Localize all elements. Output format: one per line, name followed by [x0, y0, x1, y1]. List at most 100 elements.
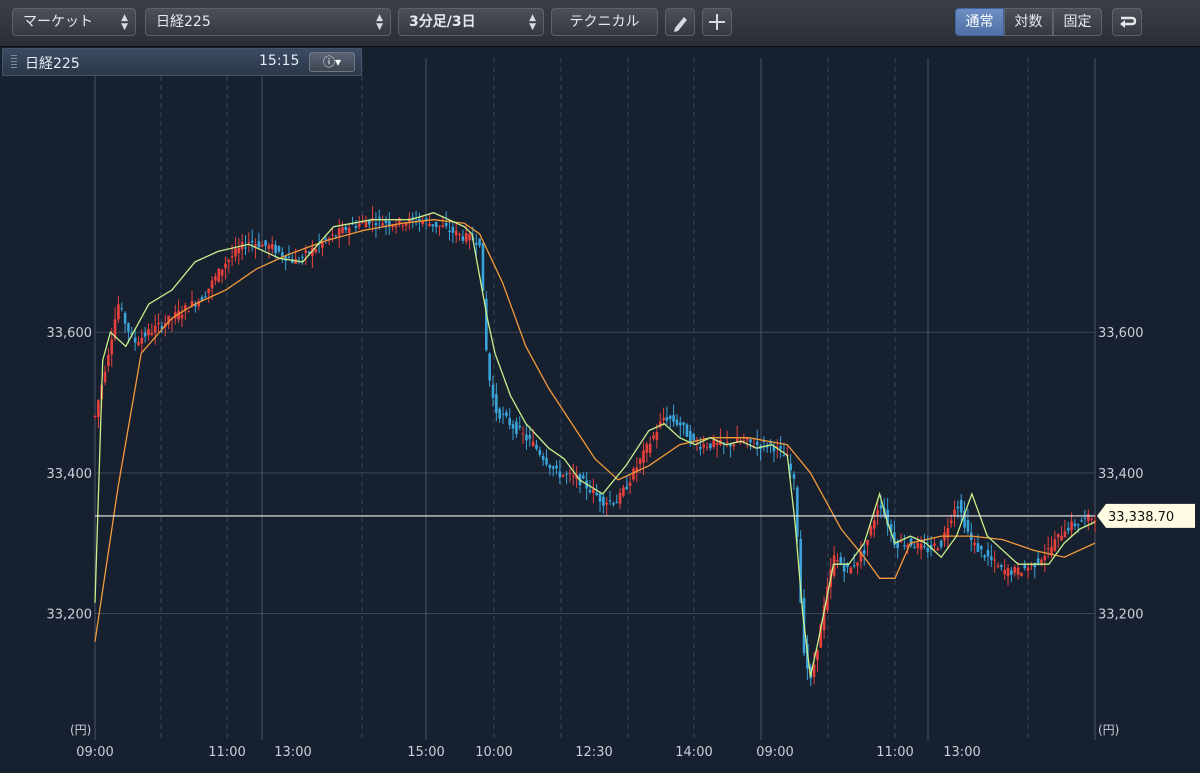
candle-body — [234, 248, 237, 257]
candle-body — [979, 545, 983, 550]
candle-body — [448, 230, 451, 232]
candle-body — [1020, 572, 1023, 577]
candle-body — [939, 540, 943, 547]
candle-body — [1076, 524, 1080, 526]
candle-body — [936, 548, 940, 551]
drag-grip-icon[interactable] — [11, 55, 17, 69]
candle-body — [227, 259, 231, 263]
candle-body — [668, 415, 672, 419]
candle-body — [862, 550, 866, 555]
candle-body — [702, 444, 705, 448]
candle-body — [220, 269, 224, 276]
candle-body — [528, 434, 532, 439]
candle-body — [949, 520, 953, 524]
candle-body — [260, 244, 264, 247]
candle-body — [682, 422, 685, 425]
candle-body — [699, 446, 702, 450]
candle-body — [561, 475, 565, 477]
info-menu-button[interactable]: ⓘ▾ — [309, 52, 355, 72]
info-time: 15:15 — [259, 53, 300, 69]
candle-body — [558, 471, 562, 478]
y-tick-label: 33,200 — [47, 607, 93, 622]
candle-body — [913, 547, 916, 549]
candle-body — [1026, 567, 1030, 571]
candle-body — [983, 555, 986, 558]
candle-body — [692, 433, 695, 441]
candle-body — [341, 227, 344, 234]
candle-body — [856, 562, 859, 566]
candle-body — [147, 329, 150, 336]
candle-body — [250, 240, 254, 243]
candle-body — [990, 556, 993, 561]
candle-body — [541, 455, 545, 460]
candle-body — [103, 371, 107, 383]
candle-body — [207, 288, 211, 294]
candle-body — [304, 250, 308, 254]
candle-body — [97, 400, 100, 418]
candle-body — [852, 565, 856, 567]
candle-body — [143, 332, 147, 337]
candle-body — [280, 252, 284, 257]
candle-body — [431, 224, 435, 227]
candle-body — [916, 542, 920, 549]
candle-body — [615, 501, 619, 504]
candle-body — [595, 492, 598, 496]
candle-body — [725, 442, 729, 444]
candle-body — [1087, 514, 1090, 522]
candle-body — [267, 245, 271, 250]
candle-body — [337, 228, 341, 236]
candle-body — [123, 312, 127, 324]
candle-body — [354, 225, 358, 228]
candle-body — [1036, 558, 1040, 564]
candle-body — [107, 354, 110, 366]
candle-body — [214, 276, 217, 281]
candle-body — [715, 442, 719, 445]
candle-body — [444, 222, 448, 227]
candle-body — [836, 560, 839, 562]
candle-body — [571, 475, 575, 477]
candle-body — [789, 463, 792, 471]
candle-body — [474, 242, 478, 245]
info-bar: 日経225 15:15 ⓘ▾ — [2, 48, 362, 76]
candle-body — [204, 296, 207, 298]
candle-body — [180, 314, 184, 319]
candle-body — [314, 249, 318, 253]
candle-body — [434, 221, 438, 227]
candle-body — [364, 221, 368, 228]
candle-body — [518, 425, 522, 428]
candle-body — [1070, 521, 1073, 531]
candle-body — [638, 458, 642, 464]
candle-body — [535, 444, 538, 449]
x-tick-label: 14:00 — [675, 745, 712, 760]
candle-body — [224, 263, 227, 269]
candle-body — [270, 244, 274, 249]
candle-body — [555, 465, 558, 469]
candle-body — [705, 447, 709, 449]
candle-body — [398, 218, 401, 223]
y-tick-label: 33,200 — [1098, 607, 1144, 622]
candle-body — [488, 353, 491, 381]
candle-body — [1053, 539, 1057, 551]
candle-body — [598, 493, 602, 502]
current-price-label: 33,338.70 — [1108, 510, 1174, 525]
candle-body — [1083, 517, 1087, 519]
candle-body — [110, 339, 114, 355]
candle-body — [274, 244, 277, 254]
candle-body — [438, 225, 441, 227]
candle-body — [792, 474, 796, 479]
price-chart[interactable]: 33,338.70 33,200 33,400 33,600 33,200 33,40… — [0, 0, 1200, 773]
y-tick-label: 33,600 — [47, 326, 93, 341]
candle-body — [903, 545, 906, 547]
info-icon: ⓘ▾ — [322, 55, 342, 69]
candle-body — [973, 542, 976, 546]
candle-body — [926, 548, 930, 552]
candle-body — [210, 280, 214, 289]
candle-body — [1003, 570, 1006, 575]
candle-body — [1046, 548, 1050, 550]
candle-body — [1060, 535, 1063, 541]
x-tick-label: 11:00 — [208, 745, 245, 760]
candle-body — [1073, 523, 1077, 527]
candle-body — [966, 520, 970, 532]
candle-body — [782, 455, 786, 457]
candle-body — [645, 444, 649, 453]
